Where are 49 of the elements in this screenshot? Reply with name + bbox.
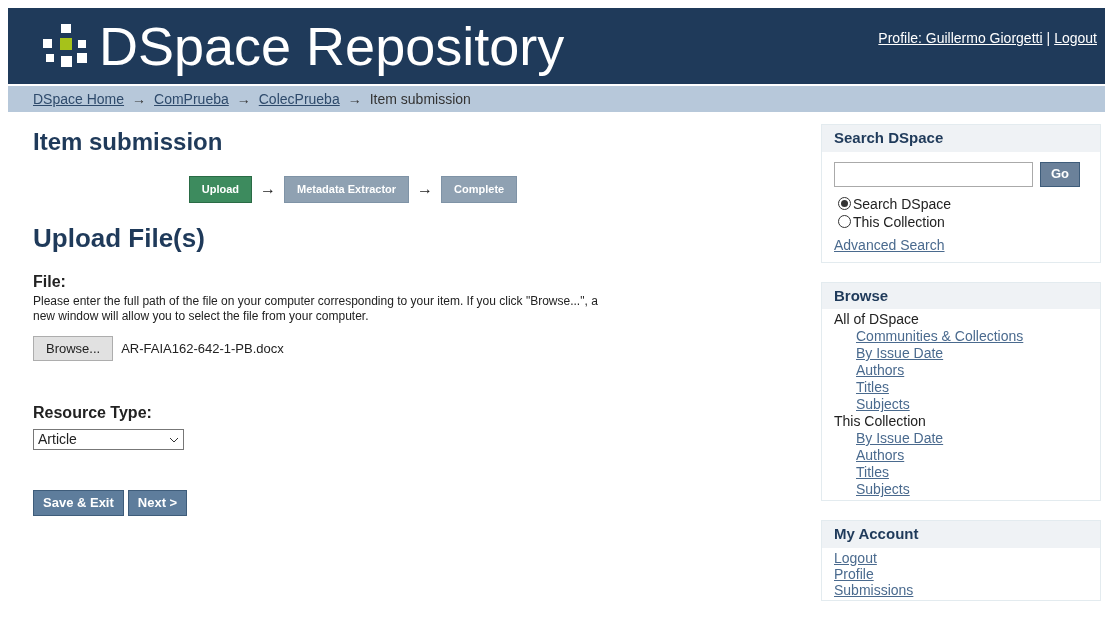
- help-text: Please enter the full path of the file on your computer corresponding to your item. If you click "Browse...", a new window will allow you to select the file from your computer.: [33, 293, 599, 324]
- resource-type-select[interactable]: Article: [33, 429, 184, 450]
- field-label: File:: [33, 271, 67, 292]
- browse-link[interactable]: Authors: [856, 447, 905, 464]
- step-indicator: Metadata Extractor: [284, 176, 410, 203]
- go-button[interactable]: Go: [1039, 161, 1080, 187]
- page-title: Item submission: [33, 127, 224, 157]
- separator: |: [1046, 29, 1051, 48]
- account-link[interactable]: Submissions: [834, 581, 914, 598]
- step-arrow: →: [417, 179, 434, 200]
- logout-link[interactable]: Logout: [1054, 28, 1097, 49]
- save-exit-button[interactable]: Save & Exit: [33, 490, 124, 516]
- browse-link[interactable]: Subjects: [856, 396, 910, 413]
- browse-link[interactable]: Authors: [856, 362, 905, 379]
- browse-link[interactable]: By Issue Date: [856, 430, 944, 447]
- advanced-search-link[interactable]: Advanced Search: [834, 234, 1088, 256]
- profile-link[interactable]: Profile: Guillermo Giorgetti: [878, 28, 1043, 49]
- field-label: Resource Type:: [33, 403, 153, 423]
- step-indicator: Upload: [188, 176, 253, 203]
- file-name: AR-FAIA162-642-1-PB.docx: [121, 339, 284, 358]
- account-link[interactable]: Logout: [834, 549, 877, 566]
- browse-group-label: All of DSpace: [834, 311, 920, 328]
- browse-link[interactable]: Titles: [856, 464, 889, 481]
- browse-group-label: This Collection: [834, 413, 927, 430]
- chevron-down-icon: [169, 436, 179, 443]
- panel-title: Search DSpace: [822, 125, 1100, 152]
- panel-title: Browse: [822, 282, 1100, 309]
- next-button[interactable]: Next >: [127, 490, 188, 516]
- browse-link[interactable]: Titles: [856, 379, 889, 396]
- logo-icon: [43, 24, 87, 68]
- breadcrumb-arrow: →: [236, 89, 251, 109]
- browse-link[interactable]: Subjects: [856, 481, 910, 498]
- step-arrow: →: [260, 179, 277, 200]
- radio-option[interactable]: This Collection: [838, 212, 1088, 231]
- browse-link[interactable]: By Issue Date: [856, 345, 944, 362]
- breadcrumb-link[interactable]: ComPrueba: [154, 88, 229, 110]
- breadcrumb-link[interactable]: DSpace Home: [33, 88, 125, 110]
- step-indicator: Complete: [441, 176, 518, 203]
- breadcrumb-arrow: →: [347, 89, 362, 109]
- breadcrumb-arrow: →: [132, 89, 147, 109]
- browse-button[interactable]: Browse...: [33, 335, 114, 361]
- radio-option[interactable]: Search DSpace: [838, 194, 1088, 213]
- account-link[interactable]: Profile: [834, 565, 874, 582]
- breadcrumb-current: Item submission: [369, 89, 471, 109]
- browse-link[interactable]: Communities & Collections: [856, 328, 1024, 345]
- breadcrumb-link[interactable]: ColecPrueba: [258, 88, 340, 110]
- section-title: Upload File(s): [33, 221, 206, 255]
- panel-title: My Account: [822, 521, 1100, 548]
- search-field[interactable]: [834, 161, 1033, 187]
